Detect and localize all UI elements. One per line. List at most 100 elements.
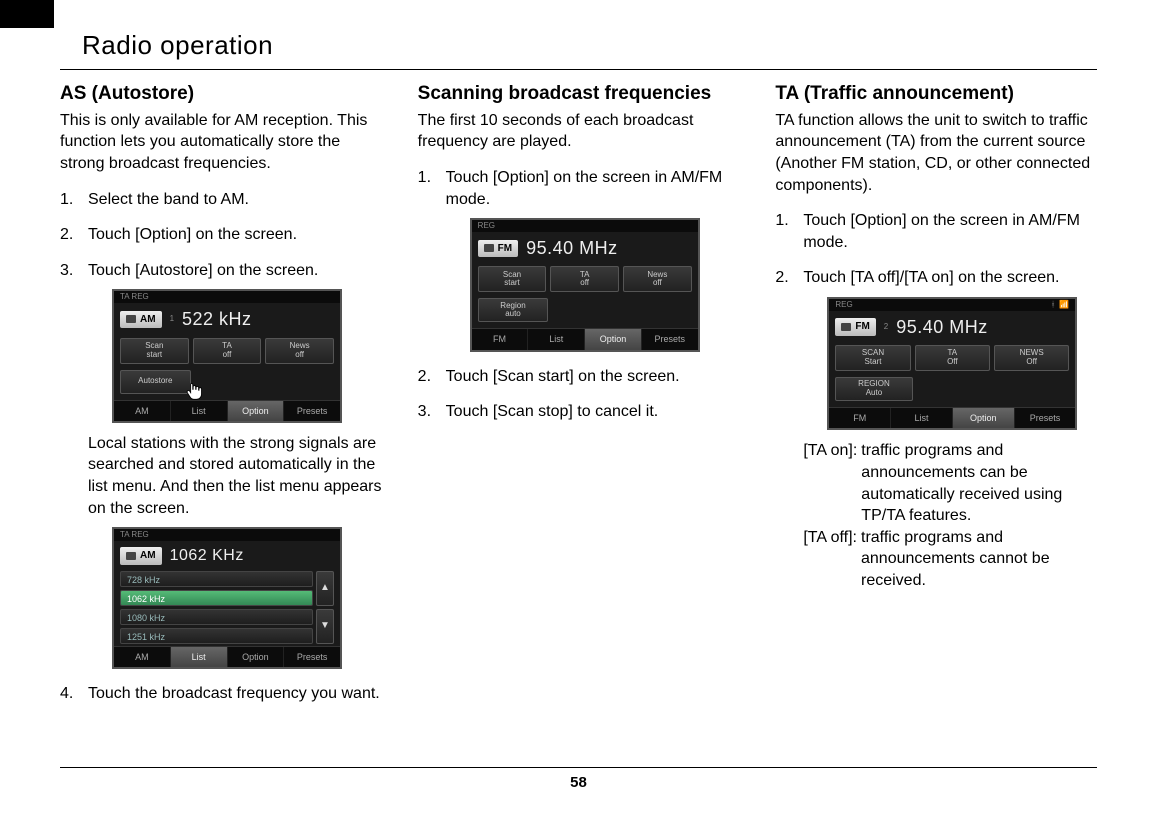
news-button[interactable]: Newsoff: [623, 266, 692, 292]
ta-button[interactable]: TAoff: [550, 266, 619, 292]
step-text: Touch [TA off]/[TA on] on the screen.: [803, 269, 1059, 286]
status-text: TA REG: [120, 292, 149, 302]
screenshot-ta-option: REG ᚼ📶 FM 2 95.40 MHz SCANStart TAOff: [827, 297, 1077, 430]
band-sub: 1: [170, 314, 174, 325]
col-ta: TA (Traffic announcement) TA function al…: [775, 82, 1097, 718]
list-item[interactable]: 1251 kHz: [120, 628, 313, 644]
tab-fm[interactable]: FM: [472, 329, 529, 349]
bottom-tabs: AM List Option Presets: [114, 646, 340, 667]
tab-am[interactable]: AM: [114, 647, 171, 667]
list-item[interactable]: 1080 kHz: [120, 609, 313, 625]
page-title: Radio operation: [60, 30, 1097, 61]
intro-autostore: This is only available for AM reception.…: [60, 110, 382, 175]
status-icons: ᚼ📶: [1051, 300, 1070, 310]
band-chip: FM: [835, 318, 875, 336]
frequency-row: AM 1 522 kHz: [114, 303, 340, 335]
radio-icon: [484, 244, 494, 252]
step: Select the band to AM.: [60, 189, 382, 211]
ta-button[interactable]: TAoff: [193, 338, 262, 364]
status-text: TA REG: [120, 530, 149, 540]
def-body: traffic programs and announcements canno…: [857, 527, 1097, 592]
station-list: 728 kHz 1062 kHz 1080 kHz 1251 kHz ▲ ▼: [114, 571, 340, 646]
def-body: traffic programs and announcements can b…: [857, 440, 1097, 526]
news-button[interactable]: NEWSOff: [994, 345, 1069, 371]
radio-icon: [841, 323, 851, 331]
region-row: REGIONAuto: [829, 377, 1075, 407]
region-button[interactable]: Regionauto: [478, 298, 549, 322]
rule-top: [60, 69, 1097, 70]
status-bar: REG ᚼ📶: [829, 299, 1075, 311]
news-button[interactable]: Newsoff: [265, 338, 334, 364]
status-bar: TA REG: [114, 291, 340, 303]
list-item[interactable]: 1062 kHz: [120, 590, 313, 606]
radio-icon: [126, 315, 136, 323]
def-label: [TA off]:: [803, 527, 857, 592]
step: Touch [Option] on the screen in AM/FM mo…: [418, 167, 740, 352]
tab-option[interactable]: Option: [585, 329, 642, 349]
scan-button[interactable]: Scanstart: [478, 266, 547, 292]
frequency-row: FM 2 95.40 MHz: [829, 311, 1075, 343]
band-chip: AM: [120, 547, 162, 565]
tab-list[interactable]: List: [171, 401, 228, 421]
tab-option[interactable]: Option: [228, 401, 285, 421]
tab-option[interactable]: Option: [228, 647, 285, 667]
tab-list[interactable]: List: [528, 329, 585, 349]
band-label: FM: [498, 242, 512, 256]
tab-list[interactable]: List: [891, 408, 953, 428]
radio-screen: TA REG AM 1 522 kHz Scanstart TAoff News…: [112, 289, 342, 422]
screenshot-scan-option: REG FM 95.40 MHz Scanstart TAoff Newsoff: [470, 218, 700, 351]
screenshot-autostore-option: TA REG AM 1 522 kHz Scanstart TAoff News…: [112, 289, 342, 422]
intro-scanning: The first 10 seconds of each broadcast f…: [418, 110, 740, 153]
rule-bottom: [60, 767, 1097, 768]
radio-icon: [126, 552, 136, 560]
footer: 58: [60, 767, 1097, 791]
radio-screen: TA REG AM 1062 KHz 728 kHz 1062 kHz 1080…: [112, 527, 342, 669]
signal-icon: 📶: [1059, 300, 1069, 310]
tab-presets[interactable]: Presets: [284, 401, 340, 421]
tab-presets[interactable]: Presets: [1015, 408, 1076, 428]
band-label: AM: [140, 549, 156, 563]
col-autostore: AS (Autostore) This is only available fo…: [60, 82, 382, 718]
frequency-row: AM 1062 KHz: [114, 541, 340, 571]
bottom-tabs: FM List Option Presets: [472, 328, 698, 349]
radio-screen: REG FM 95.40 MHz Scanstart TAoff Newsoff: [470, 218, 700, 351]
intro-ta: TA function allows the unit to switch to…: [775, 110, 1097, 196]
tab-presets[interactable]: Presets: [642, 329, 698, 349]
option-buttons: Scanstart TAoff Newsoff: [114, 336, 340, 370]
scroll-up-button[interactable]: ▲: [316, 571, 334, 606]
tab-fm[interactable]: FM: [829, 408, 891, 428]
ta-button[interactable]: TAOff: [915, 345, 990, 371]
steps-autostore: Select the band to AM. Touch [Option] on…: [60, 189, 382, 705]
heading-ta: TA (Traffic announcement): [775, 82, 1097, 106]
bluetooth-icon: ᚼ: [1051, 300, 1056, 310]
tab-list[interactable]: List: [171, 647, 228, 667]
bottom-tabs: AM List Option Presets: [114, 400, 340, 421]
autostore-button[interactable]: Autostore: [120, 370, 191, 394]
tab-presets[interactable]: Presets: [284, 647, 340, 667]
band-chip: AM: [120, 311, 162, 329]
region-button[interactable]: REGIONAuto: [835, 377, 912, 401]
step: Touch [Option] on the screen.: [60, 224, 382, 246]
page: Radio operation AS (Autostore) This is o…: [0, 0, 1157, 813]
frequency-value: 1062 KHz: [170, 545, 244, 567]
def-ta-off: [TA off]: traffic programs and announcem…: [803, 527, 1097, 592]
band-chip: FM: [478, 240, 518, 258]
scan-button[interactable]: Scanstart: [120, 338, 189, 364]
list-item[interactable]: 728 kHz: [120, 571, 313, 587]
step: Touch [TA off]/[TA on] on the screen. RE…: [775, 267, 1097, 591]
frequency-value: 95.40 MHz: [896, 315, 988, 339]
frequency-value: 95.40 MHz: [526, 236, 618, 260]
status-bar: TA REG: [114, 529, 340, 541]
frequency-row: FM 95.40 MHz: [472, 232, 698, 264]
option-buttons: SCANStart TAOff NEWSOff: [829, 343, 1075, 377]
tab-am[interactable]: AM: [114, 401, 171, 421]
columns: AS (Autostore) This is only available fo…: [60, 82, 1097, 718]
def-ta-on: [TA on]: traffic programs and announceme…: [803, 440, 1097, 526]
tab-option[interactable]: Option: [953, 408, 1015, 428]
autostore-row: Autostore: [114, 370, 340, 400]
scan-button[interactable]: SCANStart: [835, 345, 910, 371]
steps-ta: Touch [Option] on the screen in AM/FM mo…: [775, 210, 1097, 591]
status-text: REG: [835, 300, 852, 310]
scroll-down-button[interactable]: ▼: [316, 609, 334, 644]
corner-tab: [0, 0, 54, 28]
